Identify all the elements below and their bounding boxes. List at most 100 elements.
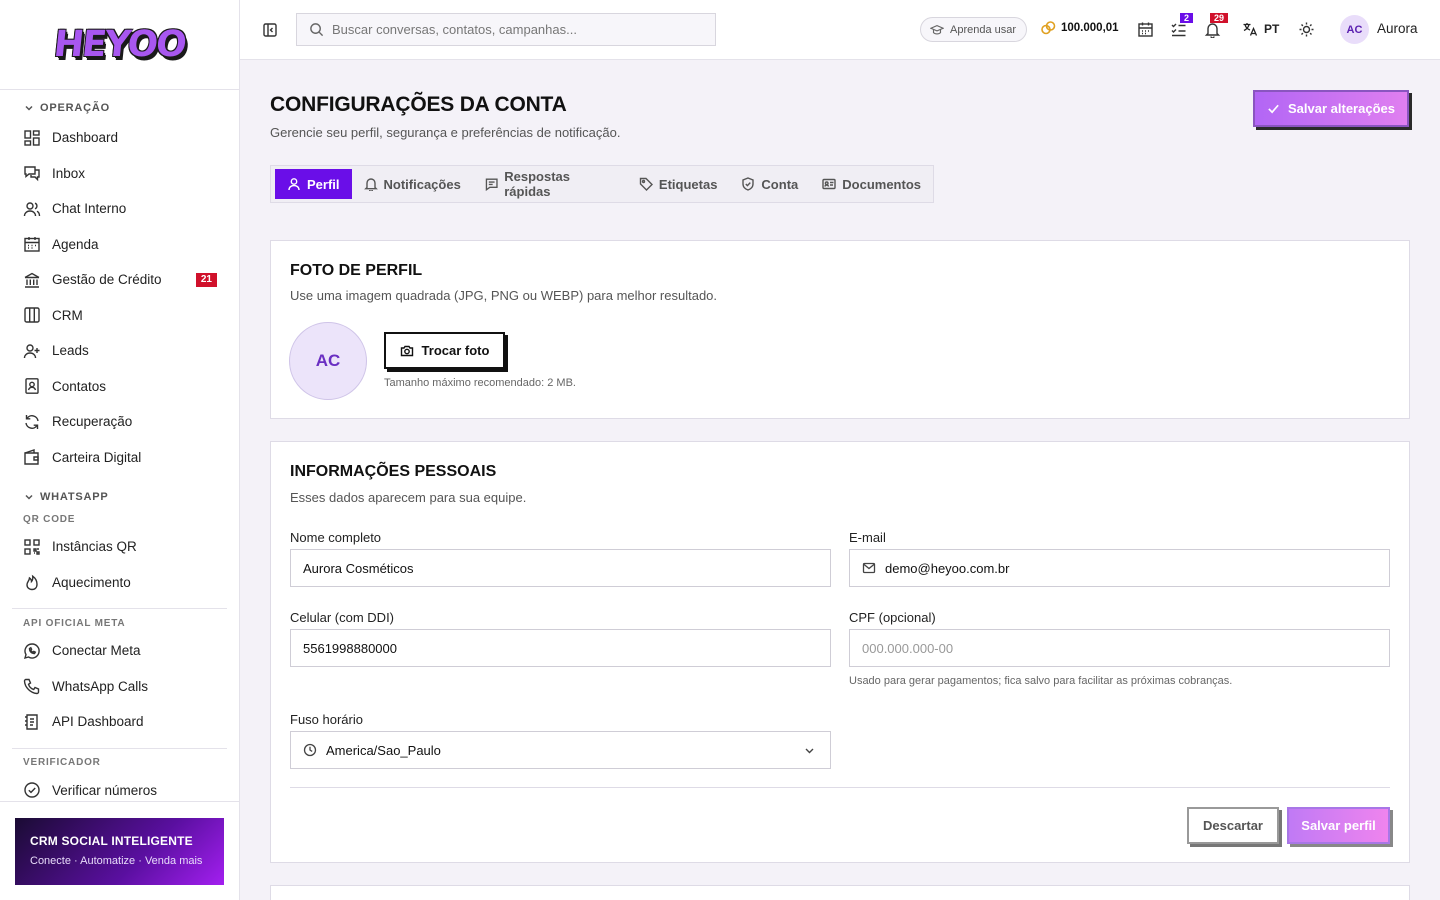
nav-section-whatsapp[interactable]: WHATSAPP	[0, 485, 239, 509]
sidebar-item-label: Recuperação	[52, 414, 133, 430]
cpf-label: CPF (opcional)	[849, 610, 936, 625]
language-selector[interactable]: PT	[1242, 21, 1279, 37]
settings-tabs: Perfil Notificações Respostas rápidas Et…	[270, 165, 934, 203]
profile-photo-title: FOTO DE PERFIL	[290, 262, 423, 279]
sidebar-item-leads[interactable]: Leads	[0, 333, 239, 369]
phone-input[interactable]	[303, 640, 778, 656]
sun-icon[interactable]	[1298, 21, 1315, 38]
page-title: CONFIGURAÇÕES DA CONTA	[270, 93, 567, 116]
sidebar-item-label: Verificar números	[52, 782, 158, 798]
brand-logo[interactable]: HEYOO	[52, 24, 187, 65]
shield-check-icon	[742, 177, 755, 191]
user-name[interactable]: Aurora	[1377, 21, 1418, 36]
full-name-field[interactable]	[290, 549, 831, 587]
personal-info-card: INFORMAÇÕES PESSOAIS Esses dados aparece…	[270, 441, 1410, 863]
email-input[interactable]	[885, 560, 1360, 576]
global-search[interactable]	[296, 13, 716, 46]
mail-icon	[862, 562, 876, 574]
nav-subheader-api-oficial: API OFICIAL META	[23, 617, 126, 629]
learn-button[interactable]: Aprenda usar	[920, 17, 1028, 42]
sidebar-item-recuperacao[interactable]: Recuperação	[0, 404, 239, 440]
next-settings-card	[270, 885, 1410, 900]
sidebar-item-label: CRM	[52, 307, 83, 323]
cpf-input[interactable]	[862, 640, 1337, 656]
tab-label: Conta	[761, 176, 799, 192]
sidebar-item-chat-interno[interactable]: Chat Interno	[0, 191, 239, 227]
phone-icon	[23, 679, 40, 695]
dashboard-icon	[24, 130, 40, 146]
sidebar-item-conectar-meta[interactable]: Conectar Meta	[0, 633, 239, 669]
email-field[interactable]	[849, 549, 1390, 587]
graduation-cap-icon	[930, 24, 944, 35]
tag-icon	[639, 177, 653, 191]
sidebar-item-aquecimento[interactable]: Aquecimento	[0, 565, 239, 601]
check-icon	[1268, 104, 1279, 114]
main-content: CONFIGURAÇÕES DA CONTA Gerencie seu perf…	[240, 60, 1440, 900]
bell-icon	[363, 178, 378, 191]
tab-etiquetas[interactable]: Etiquetas	[627, 169, 730, 199]
change-photo-button[interactable]: Trocar foto	[384, 332, 505, 369]
sidebar-item-verificar-numeros[interactable]: Verificar números	[0, 773, 239, 803]
search-input[interactable]	[332, 22, 692, 37]
sidebar-item-crm[interactable]: CRM	[0, 298, 239, 334]
bell-icon[interactable]	[1204, 21, 1221, 38]
sidebar-collapse-icon[interactable]	[262, 22, 278, 38]
chevron-down-icon	[25, 494, 33, 500]
coins-icon	[1041, 21, 1056, 35]
full-name-input[interactable]	[303, 560, 778, 576]
cpf-field[interactable]	[849, 629, 1390, 667]
nav-divider	[12, 608, 227, 609]
change-photo-label: Trocar foto	[421, 343, 490, 358]
save-all-button[interactable]: Salvar alterações	[1253, 90, 1409, 127]
nav-section-label: WHATSAPP	[40, 491, 109, 503]
tab-label: Notificações	[383, 176, 461, 192]
sidebar-item-label: Carteira Digital	[52, 449, 142, 465]
coin-balance[interactable]: 100.000,01	[1040, 20, 1119, 36]
save-profile-button[interactable]: Salvar perfil	[1287, 807, 1390, 844]
personal-info-subtitle: Esses dados aparecem para sua equipe.	[290, 490, 527, 505]
api-document-icon	[25, 714, 38, 730]
tab-label: Documentos	[842, 176, 921, 192]
sidebar-item-carteira-digital[interactable]: Carteira Digital	[0, 440, 239, 476]
nav-section-operacao[interactable]: OPERAÇÃO	[0, 96, 239, 120]
tasks-badge: 2	[1180, 13, 1194, 23]
refresh-icon	[25, 414, 39, 429]
chevron-down-icon	[805, 748, 814, 754]
tab-label: Perfil	[307, 176, 340, 192]
sidebar-item-dashboard[interactable]: Dashboard	[0, 120, 239, 156]
timezone-select[interactable]: America/Sao_Paulo	[290, 731, 831, 769]
sidebar-item-api-dashboard[interactable]: API Dashboard	[0, 704, 239, 740]
topbar: Aprenda usar 100.000,01 2 29 PT AC Auror…	[240, 0, 1440, 60]
sidebar-item-agenda[interactable]: Agenda	[0, 227, 239, 263]
sidebar-item-label: Chat Interno	[52, 201, 127, 217]
phone-field[interactable]	[290, 629, 831, 667]
tab-label: Respostas rápidas	[504, 169, 570, 199]
sidebar-item-label: Instâncias QR	[52, 539, 137, 555]
tab-notificacoes[interactable]: Notificações	[352, 169, 473, 199]
sidebar-item-inbox[interactable]: Inbox	[0, 156, 239, 192]
sidebar-item-contatos[interactable]: Contatos	[0, 369, 239, 405]
sidebar-item-label: Leads	[52, 343, 89, 359]
tab-label: Etiquetas	[658, 176, 718, 192]
tab-respostas-rapidas[interactable]: Respostas rápidas	[473, 169, 627, 199]
tab-perfil[interactable]: Perfil	[275, 169, 352, 199]
tasks-icon[interactable]	[1170, 21, 1187, 38]
sidebar-item-label: Conectar Meta	[52, 643, 141, 659]
sidebar: HEYOO OPERAÇÃO Dashboard Inbox Chat Inte…	[0, 0, 240, 900]
whatsapp-icon	[23, 643, 40, 659]
sidebar-item-gestao-credito[interactable]: Gestão de Crédito 21	[0, 262, 239, 298]
sidebar-item-whatsapp-calls[interactable]: WhatsApp Calls	[0, 669, 239, 705]
calendar-icon[interactable]	[1137, 21, 1154, 38]
tab-conta[interactable]: Conta	[729, 169, 810, 199]
tab-documentos[interactable]: Documentos	[810, 169, 933, 199]
sidebar-item-instancias-qr[interactable]: Instâncias QR	[0, 529, 239, 565]
email-label: E-mail	[849, 530, 886, 545]
nav-subheader-qr-code: QR CODE	[23, 513, 76, 525]
search-icon	[310, 23, 324, 37]
discard-button[interactable]: Descartar	[1187, 807, 1279, 844]
promo-banner[interactable]: CRM SOCIAL INTELIGENTE Conecte · Automat…	[15, 818, 224, 885]
bank-icon	[24, 272, 40, 288]
logo-area: HEYOO	[0, 0, 239, 90]
user-avatar[interactable]: AC	[1340, 15, 1369, 44]
message-icon	[485, 178, 498, 191]
